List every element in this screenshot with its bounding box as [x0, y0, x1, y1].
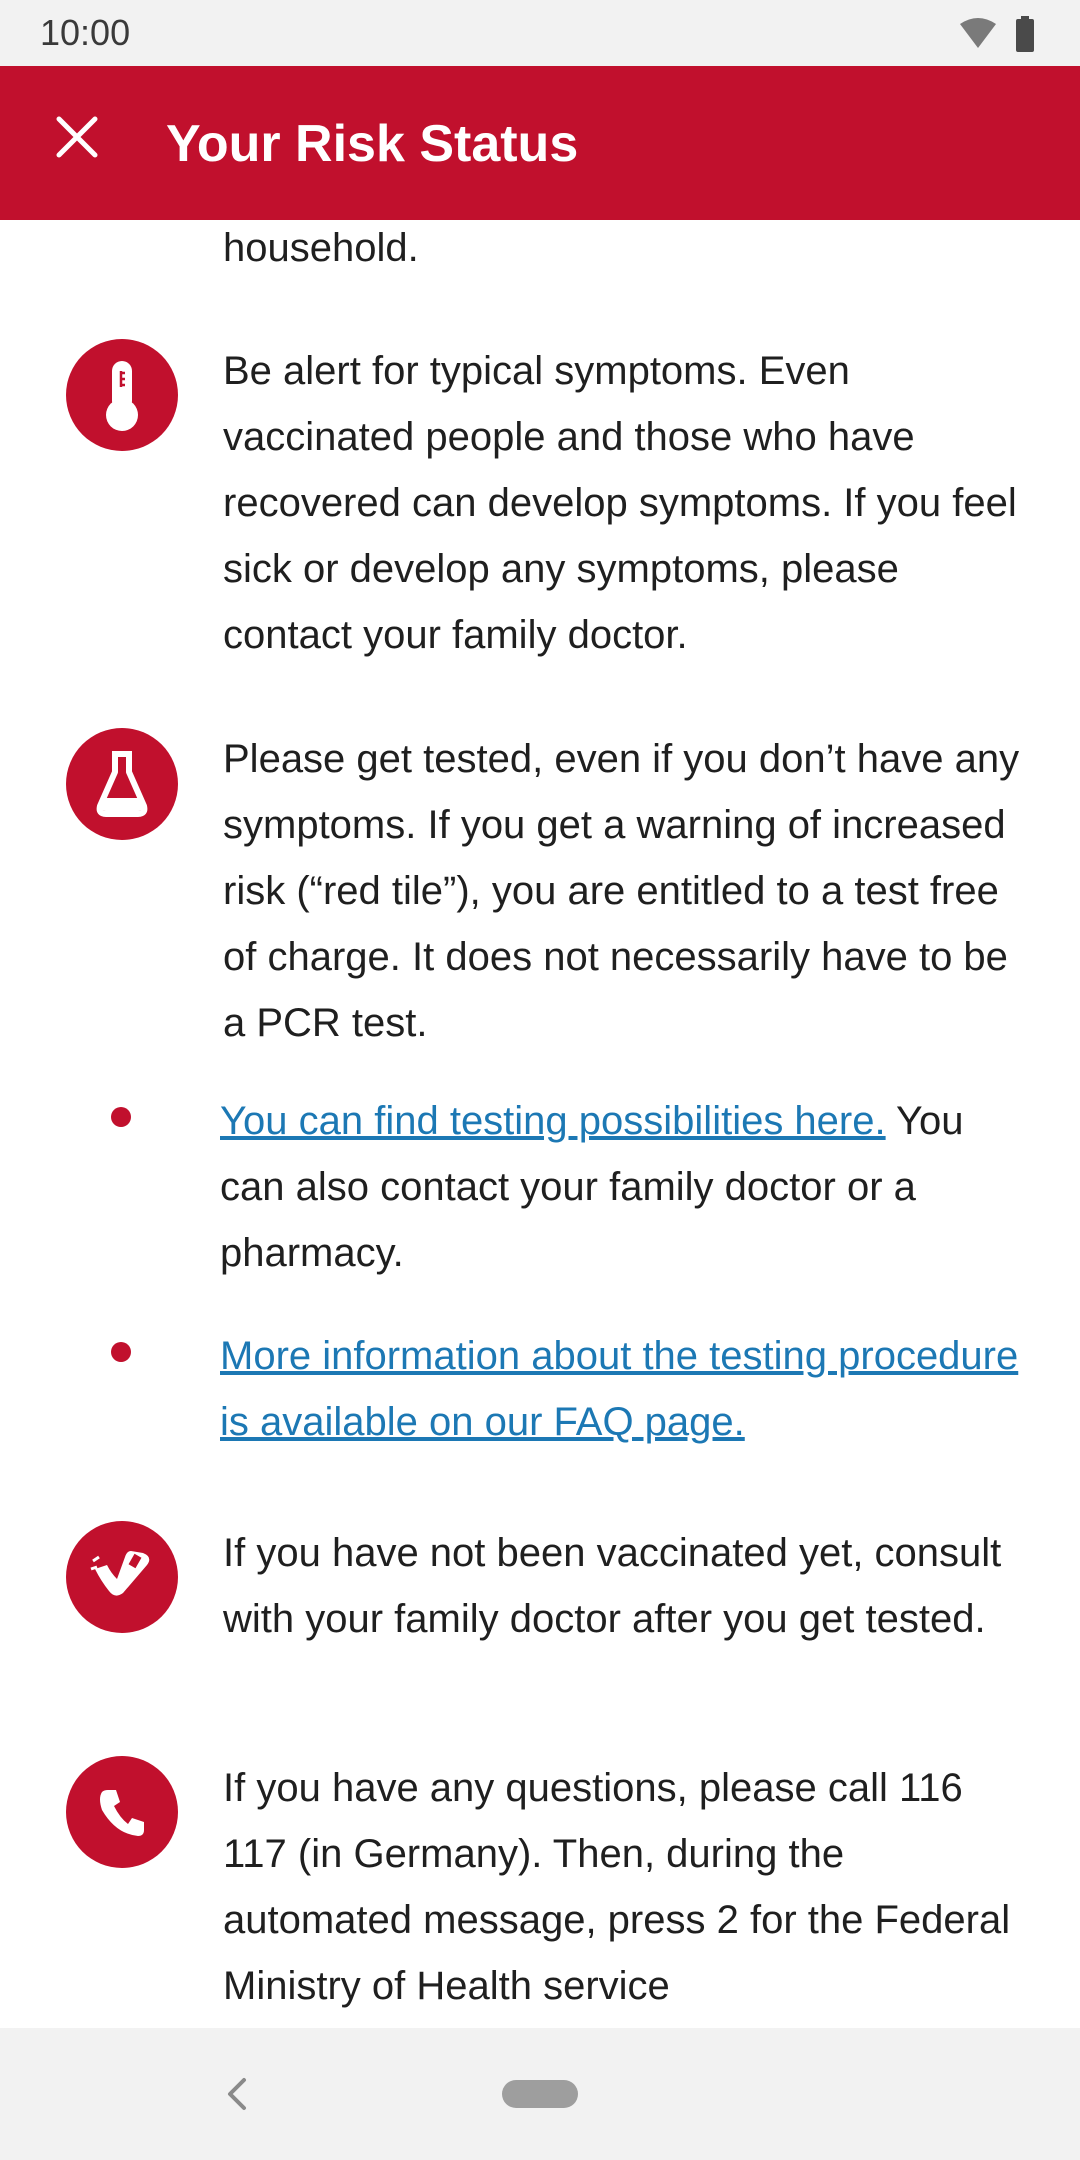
status-time: 10:00	[40, 12, 131, 53]
status-bar: 10:00	[0, 0, 1080, 66]
content-scroll-area[interactable]: household. Be alert for typical symptoms…	[0, 220, 1080, 2028]
wifi-icon	[960, 18, 996, 48]
battery-icon	[1016, 16, 1034, 52]
page-title: Your Risk Status	[166, 115, 579, 173]
back-icon[interactable]	[218, 2074, 258, 2114]
list-item: You can find testing possibilities here.…	[220, 1088, 1030, 1286]
phone-icon-badge	[66, 1756, 178, 1868]
close-button[interactable]	[44, 104, 110, 170]
section-text: Please get tested, even if you don’t hav…	[223, 737, 1020, 1045]
thermometer-icon	[106, 361, 138, 431]
vaccine-arm-icon	[90, 1551, 150, 1596]
close-icon	[56, 116, 98, 158]
flask-icon-badge	[66, 728, 178, 840]
bullet-dot	[111, 1107, 131, 1127]
partial-top-text: household.	[223, 226, 419, 270]
testing-possibilities-link[interactable]: You can find testing possibilities here.	[220, 1099, 886, 1143]
navigation-bar	[0, 2028, 1080, 2160]
section-text: If you have not been vaccinated yet, con…	[223, 1531, 1002, 1641]
vaccine-arm-icon-badge	[66, 1521, 178, 1633]
phone-icon	[100, 1790, 144, 1836]
faq-page-link[interactable]: More information about the testing proce…	[220, 1334, 1018, 1444]
status-icons	[960, 16, 1034, 52]
app-bar: Your Risk Status	[0, 66, 1080, 220]
flask-icon	[96, 751, 148, 817]
section-text: Be alert for typical symptoms. Even vacc…	[223, 349, 1017, 657]
list-item: More information about the testing proce…	[220, 1323, 1030, 1455]
bullet-dot	[111, 1342, 131, 1362]
thermometer-icon-badge	[66, 339, 178, 451]
section-text: If you have any questions, please call 1…	[223, 1766, 1011, 2008]
home-pill[interactable]	[502, 2080, 578, 2108]
